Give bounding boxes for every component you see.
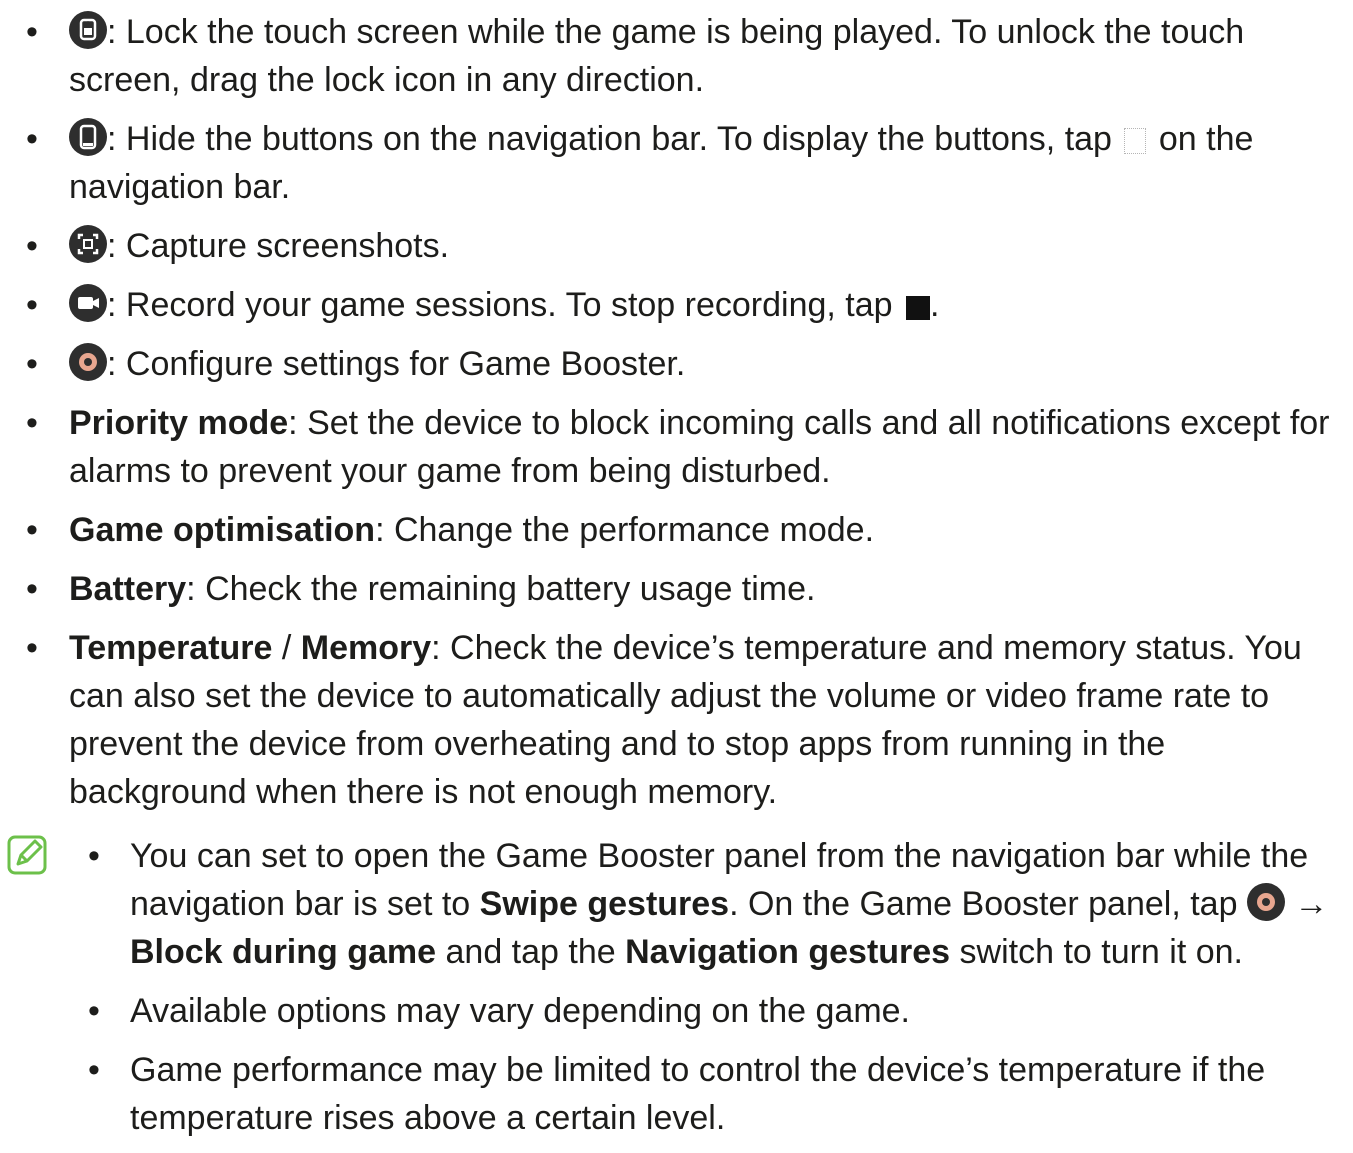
note-item-navigation: • You can set to open the Game Booster p… bbox=[0, 832, 1353, 976]
bullet: • bbox=[26, 286, 38, 324]
bullet: • bbox=[88, 992, 100, 1030]
lock-icon bbox=[69, 11, 107, 49]
list-item-priority-mode: • Priority mode: Set the device to block… bbox=[0, 399, 1353, 495]
game-optimisation-label: Game optimisation bbox=[69, 511, 376, 549]
note-performance-text: Game performance may be limited to contr… bbox=[130, 1051, 1266, 1137]
note-text-2: . On the Game Booster panel, tap bbox=[729, 885, 1247, 923]
priority-mode-label: Priority mode bbox=[69, 404, 289, 442]
record-text-a: : Record your game sessions. To stop rec… bbox=[107, 286, 902, 324]
battery-label: Battery bbox=[69, 570, 187, 608]
note-options-text: Available options may vary depending on … bbox=[130, 992, 910, 1030]
swipe-gestures-label: Swipe gestures bbox=[479, 885, 730, 923]
lock-text: : Lock the touch screen while the game i… bbox=[69, 13, 1245, 99]
list-item-hide-navigation: • : Hide the buttons on the navigation b… bbox=[0, 115, 1353, 211]
record-text-b: . bbox=[930, 286, 940, 324]
block-during-game-label: Block during game bbox=[130, 933, 437, 971]
battery-text: : Check the remaining battery usage time… bbox=[186, 570, 816, 608]
bullet: • bbox=[88, 1051, 100, 1089]
note-text-3: and tap the bbox=[436, 933, 626, 971]
bullet: • bbox=[26, 13, 38, 51]
list-item-game-optimisation: • Game optimisation: Change the performa… bbox=[0, 506, 1353, 554]
note-item-performance: • Game performance may be limited to con… bbox=[0, 1046, 1353, 1142]
bullet: • bbox=[26, 570, 38, 608]
settings-icon bbox=[1246, 883, 1285, 921]
bullet: • bbox=[26, 511, 38, 549]
navigation-gestures-label: Navigation gestures bbox=[625, 933, 951, 971]
bullet: • bbox=[26, 120, 38, 158]
record-icon bbox=[69, 284, 107, 322]
bullet: • bbox=[26, 227, 38, 265]
arrow: → bbox=[1284, 885, 1329, 923]
note-list: • You can set to open the Game Booster p… bbox=[0, 832, 1353, 1142]
note-text-4: switch to turn it on. bbox=[950, 933, 1243, 971]
list-item-battery: • Battery: Check the remaining battery u… bbox=[0, 565, 1353, 613]
bullet: • bbox=[26, 629, 38, 667]
screenshot-icon bbox=[69, 225, 107, 263]
list-item-temperature-memory: • Temperature / Memory: Check the device… bbox=[0, 624, 1353, 816]
list-item-settings: • : Configure settings for Game Booster. bbox=[0, 340, 1353, 388]
bullet: • bbox=[26, 345, 38, 383]
label-separator: / bbox=[272, 629, 301, 667]
bullet: • bbox=[26, 404, 38, 442]
hide-navigation-text-a: : Hide the buttons on the navigation bar… bbox=[107, 120, 1122, 158]
bullet: • bbox=[88, 837, 100, 875]
screenshot-text: : Capture screenshots. bbox=[107, 227, 450, 265]
settings-icon bbox=[69, 343, 107, 381]
memory-label: Memory bbox=[300, 629, 432, 667]
hide-navigation-icon bbox=[69, 118, 107, 156]
temperature-label: Temperature bbox=[69, 629, 273, 667]
list-item-lock: • : Lock the touch screen while the game… bbox=[0, 8, 1353, 104]
stop-icon bbox=[906, 296, 930, 320]
feature-list: • : Lock the touch screen while the game… bbox=[0, 8, 1353, 827]
list-item-record: • : Record your game sessions. To stop r… bbox=[0, 281, 1353, 329]
list-item-screenshot: • : Capture screenshots. bbox=[0, 222, 1353, 270]
game-optimisation-text: : Change the performance mode. bbox=[375, 511, 875, 549]
navigation-hint-icon bbox=[1124, 128, 1147, 154]
settings-text: : Configure settings for Game Booster. bbox=[107, 345, 686, 383]
note-item-options: • Available options may vary depending o… bbox=[0, 987, 1353, 1035]
note-block: • You can set to open the Game Booster p… bbox=[0, 832, 1353, 1153]
